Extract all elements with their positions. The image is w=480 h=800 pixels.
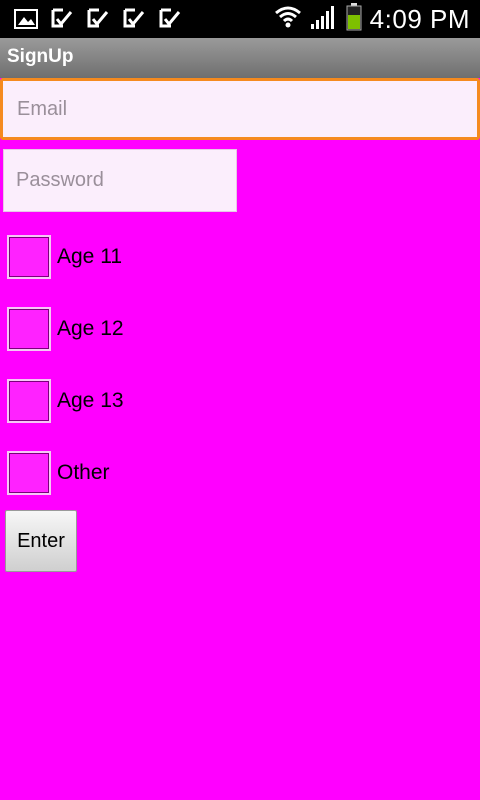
image-icon bbox=[14, 7, 38, 31]
email-field[interactable] bbox=[0, 78, 480, 140]
battery-icon bbox=[346, 3, 362, 35]
checkbox-age-11[interactable] bbox=[7, 235, 51, 279]
password-field[interactable] bbox=[3, 149, 237, 212]
checkbox-age-12-row[interactable]: Age 12 bbox=[7, 307, 124, 351]
download-check-icon bbox=[122, 7, 146, 31]
download-check-icon bbox=[158, 7, 182, 31]
download-check-icon bbox=[86, 7, 110, 31]
checkbox-age-13[interactable] bbox=[7, 379, 51, 423]
checkbox-other-row[interactable]: Other bbox=[7, 451, 110, 495]
enter-button[interactable]: Enter bbox=[5, 510, 77, 572]
status-bar: 4:09 PM bbox=[0, 0, 480, 38]
checkbox-label: Other bbox=[57, 461, 110, 484]
download-check-icon bbox=[50, 7, 74, 31]
checkbox-age-12[interactable] bbox=[7, 307, 51, 351]
checkbox-label: Age 11 bbox=[57, 245, 122, 268]
checkbox-age-11-row[interactable]: Age 11 bbox=[7, 235, 122, 279]
wifi-icon bbox=[274, 4, 302, 34]
clock: 4:09 PM bbox=[369, 3, 470, 34]
system-icons: 4:09 PM bbox=[274, 0, 470, 38]
notification-icons bbox=[14, 7, 182, 31]
checkbox-label: Age 12 bbox=[57, 317, 124, 340]
checkbox-label: Age 13 bbox=[57, 389, 124, 412]
signal-icon bbox=[310, 4, 338, 34]
title-bar: SignUp bbox=[0, 38, 480, 78]
checkbox-age-13-row[interactable]: Age 13 bbox=[7, 379, 124, 423]
checkbox-other[interactable] bbox=[7, 451, 51, 495]
app-title: SignUp bbox=[7, 46, 74, 67]
